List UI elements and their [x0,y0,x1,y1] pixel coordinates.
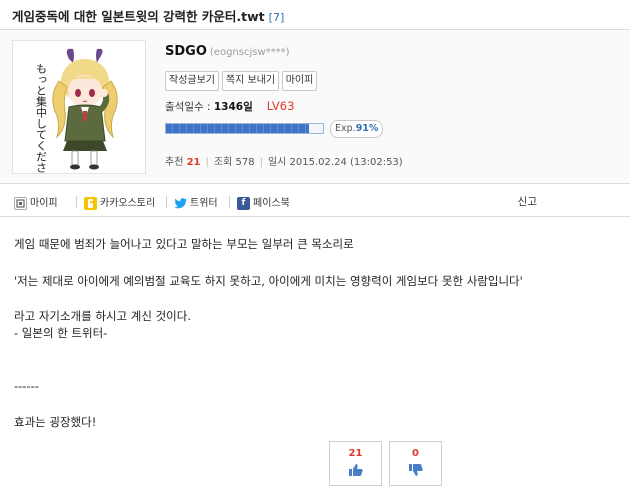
downvote-button[interactable]: 0 [389,441,442,486]
author-nickname[interactable]: SDGO [165,44,207,59]
content-line: ------ [14,379,39,393]
share-twitter[interactable]: 트위터 [174,194,218,210]
anime-girl-avatar-icon: もっと集中してください [35,48,118,173]
thumbs-up-icon [330,462,381,481]
twitter-bird-icon [174,197,187,210]
level-badge: LV63 [266,99,295,113]
attendance-value: 1346일 [213,101,253,113]
exp-progress-fill [166,124,309,133]
exp-progress-bar [165,123,324,134]
recommend-label: 추천 [165,157,184,168]
share-kakaostory-label: 카카오스토리 [100,198,156,209]
post-title-bar: 게임중독에 대한 일본트윗의 강력한 카운터.twt [7] [0,0,630,28]
author-nickname-line: SDGO (eognscjsw****) [165,44,290,59]
share-mypi[interactable]: 마이피 [14,194,58,210]
post-title-text: 게임중독에 대한 일본트윗의 강력한 카운터.twt [12,9,265,24]
mypi-button[interactable]: 마이피 [282,71,317,91]
exp-value: 91% [355,123,379,134]
share-bar: 마이피 카카오스토리 트위터 f 페이스북 신고 [0,186,630,217]
views-label: 조회 [213,157,233,168]
meta-separator: | [205,157,209,168]
report-button[interactable]: 신고 [518,194,537,209]
views-value: 578 [235,157,255,168]
date-label: 일시 [267,157,287,168]
exp-badge: Exp.91% [330,120,384,138]
meta-separator: | [259,157,263,168]
date-value: 2015.02.24 (13:02:53) [289,157,403,168]
share-divider [76,196,77,208]
view-posts-button[interactable]: 작성글보기 [165,71,219,91]
kakaostory-icon [84,196,97,210]
content-line: '저는 제대로 아이에게 예의범절 교육도 하지 못하고, 아이에게 미치는 영… [14,274,523,288]
share-facebook[interactable]: f 페이스북 [237,194,290,210]
author-avatar[interactable]: もっと集中してください [12,40,146,174]
send-message-button[interactable]: 쪽지 보내기 [222,71,279,91]
share-divider [229,196,230,208]
share-divider [166,196,167,208]
share-mypi-label: 마이피 [30,198,58,209]
share-kakaostory[interactable]: 카카오스토리 [84,194,155,210]
content-line: 라고 자기소개를 하시고 계신 것이다. [14,309,191,323]
attendance-line: 출석일수 : 1346일 LV63 [165,99,294,114]
mypi-share-icon [14,196,27,210]
thumbs-down-icon [390,462,441,481]
facebook-icon: f [237,196,250,210]
content-line: - 일본의 한 트위터- [14,326,108,340]
comment-count-link[interactable]: [7] [269,11,285,24]
author-info-box: もっと集中してください SDGO (eognscjsw****) 작성글보기 쪽지… [0,29,630,184]
post-meta: 추천 21 | 조회 578 | 일시 2015.02.24 (13:02:53) [165,153,403,168]
author-user-id: (eognscjsw****) [209,47,290,58]
share-facebook-label: 페이스북 [253,198,290,209]
upvote-button[interactable]: 21 [329,441,382,486]
content-line: 게임 때문에 범죄가 늘어나고 있다고 말하는 부모는 일부러 큰 목소리로 [14,237,354,251]
post-title: 게임중독에 대한 일본트윗의 강력한 카운터.twt [7] [12,6,284,25]
content-line: 효과는 굉장했다! [14,415,97,429]
avatar-caption: もっと集中してください [35,63,48,173]
downvote-count: 0 [412,448,419,459]
attendance-label: 출석일수 : [165,101,214,113]
upvote-count: 21 [348,448,363,459]
recommend-value: 21 [186,157,201,168]
exp-label: Exp. [335,123,356,134]
share-twitter-label: 트위터 [190,198,218,209]
